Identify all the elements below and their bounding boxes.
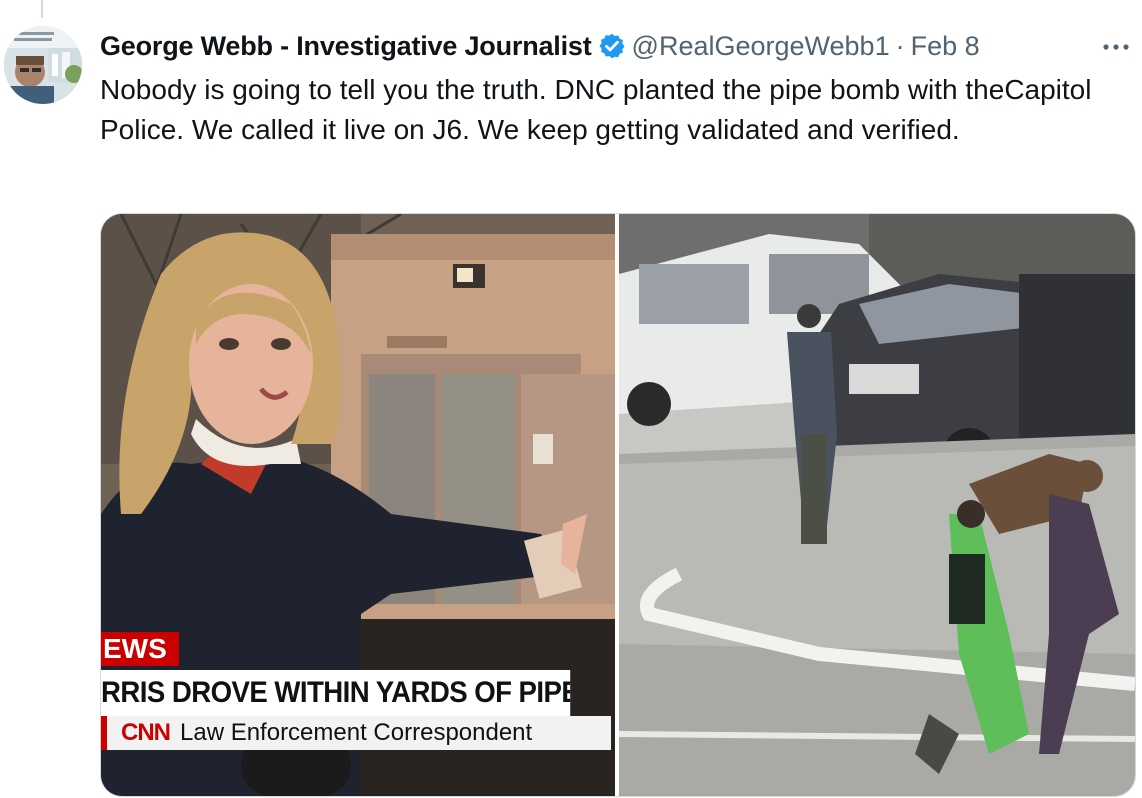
- header-separator: ·: [895, 30, 905, 61]
- thread-connector-line: [41, 0, 43, 18]
- chyron-red-accent: [101, 716, 107, 750]
- author-display-name[interactable]: George Webb - Investigative Journalist: [100, 31, 592, 62]
- verified-badge-icon[interactable]: [598, 32, 626, 60]
- chyron-news-label: EWS: [101, 632, 179, 666]
- chyron-headline: RRIS DROVE WITHIN YARDS OF PIPE BOMB AT: [101, 670, 571, 716]
- avatar-photo: [4, 26, 82, 104]
- chyron-subtitle-bar: CNN Law Enforcement Correspondent: [101, 716, 611, 750]
- street-video-still: [619, 214, 1135, 796]
- media-image-reporter[interactable]: EWS RRIS DROVE WITHIN YARDS OF PIPE BOMB…: [101, 214, 615, 796]
- more-options-button[interactable]: [1098, 32, 1134, 60]
- avatar[interactable]: [4, 26, 82, 104]
- ellipsis-icon: [1103, 44, 1129, 50]
- tweet-header: George Webb - Investigative Journalist @…: [100, 28, 980, 64]
- tweet-media-grid[interactable]: EWS RRIS DROVE WITHIN YARDS OF PIPE BOMB…: [100, 213, 1136, 797]
- chyron-correspondent-title: Law Enforcement Correspondent: [180, 719, 533, 746]
- tweet-text: Nobody is going to tell you the truth. D…: [100, 74, 1092, 145]
- tweet-date[interactable]: Feb 8: [911, 31, 980, 62]
- author-handle[interactable]: @RealGeorgeWebb1: [632, 31, 890, 62]
- media-image-street-video[interactable]: [619, 214, 1135, 796]
- cnn-logo: CNN: [121, 719, 171, 746]
